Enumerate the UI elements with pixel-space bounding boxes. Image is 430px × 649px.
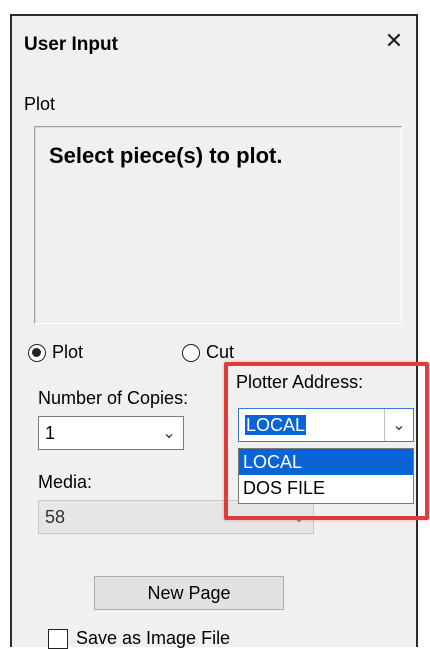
plot-message: Select piece(s) to plot. (49, 143, 283, 168)
radio-plot[interactable]: Plot (28, 342, 83, 363)
title-bar: User Input ✕ (12, 16, 416, 76)
media-label: Media: (38, 472, 93, 492)
chevron-down-icon[interactable]: ⌄ (155, 417, 183, 449)
highlight-annotation (224, 362, 429, 520)
new-page-button[interactable]: New Page (94, 576, 284, 610)
close-icon[interactable]: ✕ (380, 28, 408, 56)
radio-plot-label: Plot (52, 342, 84, 362)
copies-value: 1 (45, 423, 56, 443)
radio-cut-indicator[interactable] (182, 343, 200, 362)
save-image-option[interactable]: Save as Image File (48, 628, 230, 649)
radio-plot-indicator[interactable] (28, 343, 46, 362)
radio-cut[interactable]: Cut (182, 342, 234, 363)
copies-select[interactable]: 1 ⌄ (38, 416, 184, 450)
plot-group-label: Plot (24, 94, 56, 114)
message-box: Select piece(s) to plot. (34, 126, 402, 324)
media-value: 58 (45, 507, 66, 527)
user-input-panel: User Input ✕ Plot Select piece(s) to plo… (10, 14, 418, 649)
save-image-label: Save as Image File (76, 628, 231, 648)
copies-label: Number of Copies: (38, 388, 189, 408)
panel-title: User Input (24, 34, 118, 55)
radio-cut-label: Cut (206, 342, 235, 362)
save-image-checkbox[interactable] (48, 628, 68, 649)
